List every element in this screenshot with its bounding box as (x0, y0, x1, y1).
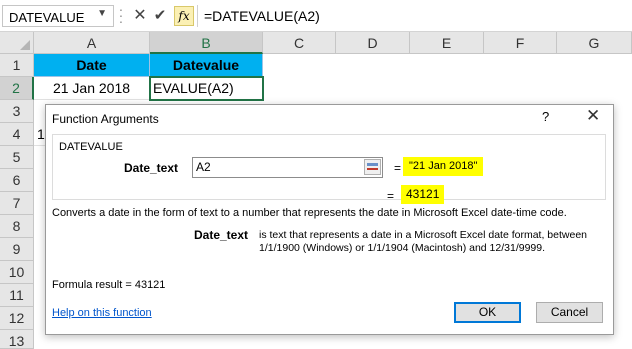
name-box[interactable]: DATEVALUE ▼ (2, 5, 114, 27)
cell-b1[interactable]: Datevalue (150, 54, 263, 77)
row-header-13[interactable]: 13 (0, 330, 34, 349)
help-icon[interactable]: ? (542, 109, 549, 124)
formula-bar: DATEVALUE ▼ · · · ✕ ✔ fx =DATEVALUE(A2) (0, 0, 632, 32)
column-header-f[interactable]: F (484, 32, 557, 54)
arg-result-value: "21 Jan 2018" (403, 157, 484, 176)
arg-label: Date_text (124, 161, 179, 175)
function-arguments-dialog: Function Arguments ? ✕ DATEVALUE Date_te… (45, 104, 614, 335)
arg-description-label: Date_text (194, 228, 249, 242)
cancel-icon[interactable]: ✕ (132, 5, 148, 27)
formula-bar-divider (197, 5, 198, 27)
name-box-value: DATEVALUE (9, 10, 85, 25)
chevron-down-icon[interactable]: ▼ (97, 8, 107, 19)
column-header-g[interactable]: G (557, 32, 632, 54)
result-value: 43121 (401, 185, 445, 204)
date-text-input[interactable]: A2 (192, 157, 383, 178)
arg-description: is text that represents a date in a Micr… (259, 229, 587, 254)
ok-button[interactable]: OK (454, 302, 521, 323)
formula-result: Formula result = 43121 (52, 279, 166, 291)
row-header-9[interactable]: 9 (0, 238, 34, 261)
select-all-corner[interactable] (0, 32, 34, 54)
arg-equals: = (394, 161, 402, 175)
row-header-7[interactable]: 7 (0, 192, 34, 215)
formula-input[interactable]: =DATEVALUE(A2) (204, 8, 320, 24)
help-on-function-link[interactable]: Help on this function (52, 307, 152, 319)
cell-a2[interactable]: 21 Jan 2018 (34, 77, 150, 100)
cell-a1[interactable]: Date (34, 54, 150, 77)
close-icon[interactable]: ✕ (586, 106, 600, 126)
insert-function-button[interactable]: fx (174, 6, 194, 26)
function-name: DATEVALUE (59, 141, 123, 153)
dialog-title: Function Arguments (52, 112, 159, 126)
column-header-b[interactable]: B (150, 32, 263, 54)
collapse-dialog-icon[interactable] (364, 159, 381, 175)
cell-b2-active[interactable]: EVALUE(A2) (149, 76, 264, 101)
column-header-d[interactable]: D (336, 32, 410, 54)
cancel-button[interactable]: Cancel (536, 302, 603, 323)
row-header-11[interactable]: 11 (0, 284, 34, 307)
column-header-e[interactable]: E (410, 32, 484, 54)
result-equals: = (387, 189, 395, 203)
row-header-10[interactable]: 10 (0, 261, 34, 284)
argument-group: DATEVALUE Date_text A2 = "21 Jan 2018" (52, 134, 606, 200)
row-header-6[interactable]: 6 (0, 169, 34, 192)
enter-check-icon[interactable]: ✔ (152, 5, 168, 27)
row-header-3[interactable]: 3 (0, 100, 34, 123)
column-header-a[interactable]: A (34, 32, 150, 54)
column-header-c[interactable]: C (263, 32, 336, 54)
row-header-5[interactable]: 5 (0, 146, 34, 169)
function-description: Converts a date in the form of text to a… (52, 207, 567, 219)
row-header-4[interactable]: 4 (0, 123, 34, 146)
row-header-2[interactable]: 2 (0, 77, 34, 100)
row-header-8[interactable]: 8 (0, 215, 34, 238)
drag-handle-icon[interactable]: · · · (116, 2, 126, 28)
row-header-1[interactable]: 1 (0, 54, 34, 77)
row-header-12[interactable]: 12 (0, 307, 34, 330)
